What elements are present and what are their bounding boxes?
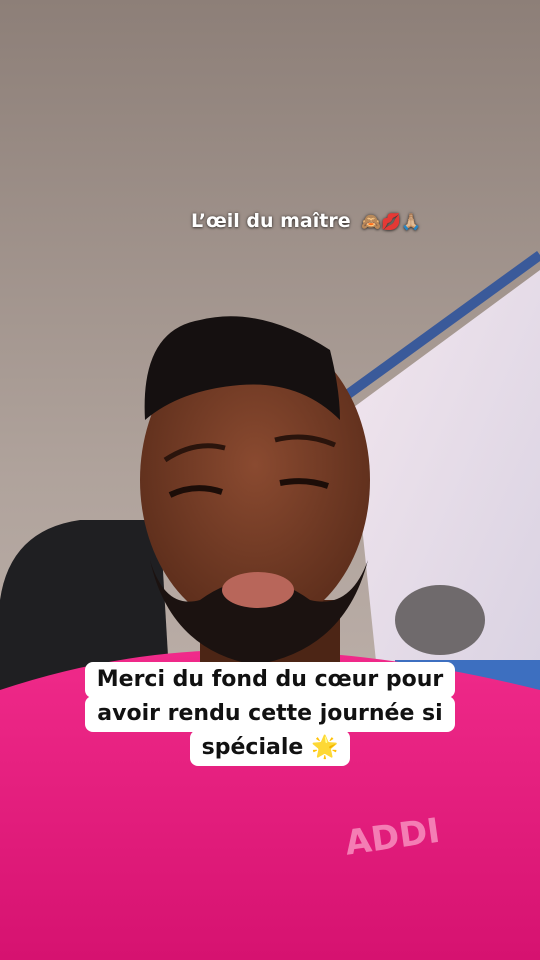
tree-silhouette: [395, 585, 485, 655]
mouth: [222, 572, 294, 608]
top-caption: L’œil du maître 🙈💋🙏🏼: [0, 210, 540, 232]
video-frame: ADDI: [0, 0, 540, 960]
caption-line-3: spéciale 🌟: [189, 730, 351, 766]
caption-line-2: avoir rendu cette journée si: [85, 696, 455, 732]
caption-line-1: Merci du fond du cœur pour: [84, 662, 456, 698]
caption-box: Merci du fond du cœur pour avoir rendu c…: [0, 662, 540, 766]
top-caption-emoji: 🙈💋🙏🏼: [361, 212, 421, 231]
top-caption-text: L’œil du maître: [191, 210, 351, 232]
